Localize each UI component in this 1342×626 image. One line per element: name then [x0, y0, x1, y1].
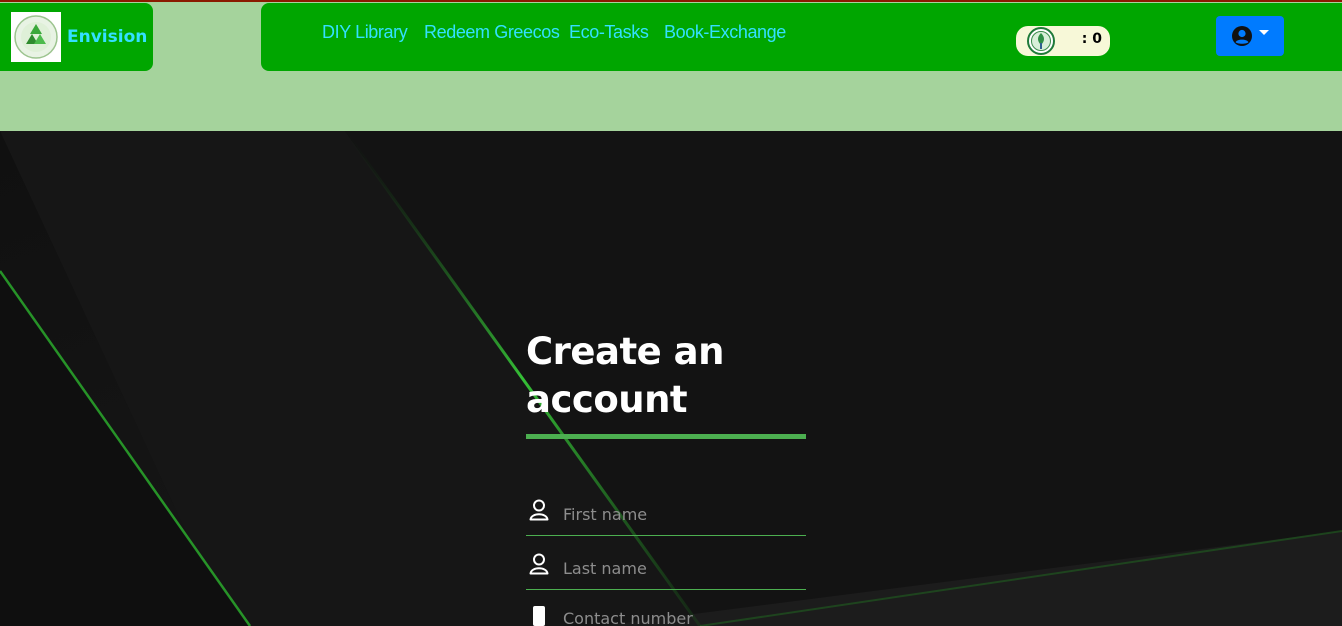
chevron-down-icon — [1259, 29, 1269, 35]
title-underline — [526, 434, 806, 439]
coin-count: : 0 — [1081, 31, 1102, 47]
recycle-logo-icon — [11, 12, 61, 62]
phone-icon — [533, 606, 545, 626]
last-name-field — [526, 550, 806, 590]
first-name-field — [526, 496, 806, 536]
contact-number-field — [526, 600, 806, 626]
user-menu-button[interactable] — [1216, 16, 1284, 56]
nav-link-eco-tasks[interactable]: Eco-Tasks — [569, 22, 649, 43]
nav-link-book-exchange[interactable]: Book-Exchange — [664, 22, 786, 43]
coin-balance: : 0 — [1016, 26, 1110, 56]
user-icon — [529, 499, 549, 521]
brand-name: Envision — [67, 27, 148, 47]
coin-icon — [1027, 27, 1055, 55]
first-name-input[interactable] — [563, 500, 803, 528]
user-icon — [529, 553, 549, 575]
page-title: Create an account — [526, 330, 724, 421]
nav-link-redeem-greecos[interactable]: Redeem Greecos — [424, 22, 560, 43]
contact-number-input[interactable] — [563, 604, 803, 626]
user-circle-icon — [1232, 26, 1252, 46]
last-name-input[interactable] — [563, 554, 803, 582]
navbar: DIY Library Redeem Greecos Eco-Tasks Boo… — [261, 3, 1342, 71]
nav-link-diy-library[interactable]: DIY Library — [322, 22, 408, 43]
brand[interactable]: Envision — [0, 3, 153, 71]
